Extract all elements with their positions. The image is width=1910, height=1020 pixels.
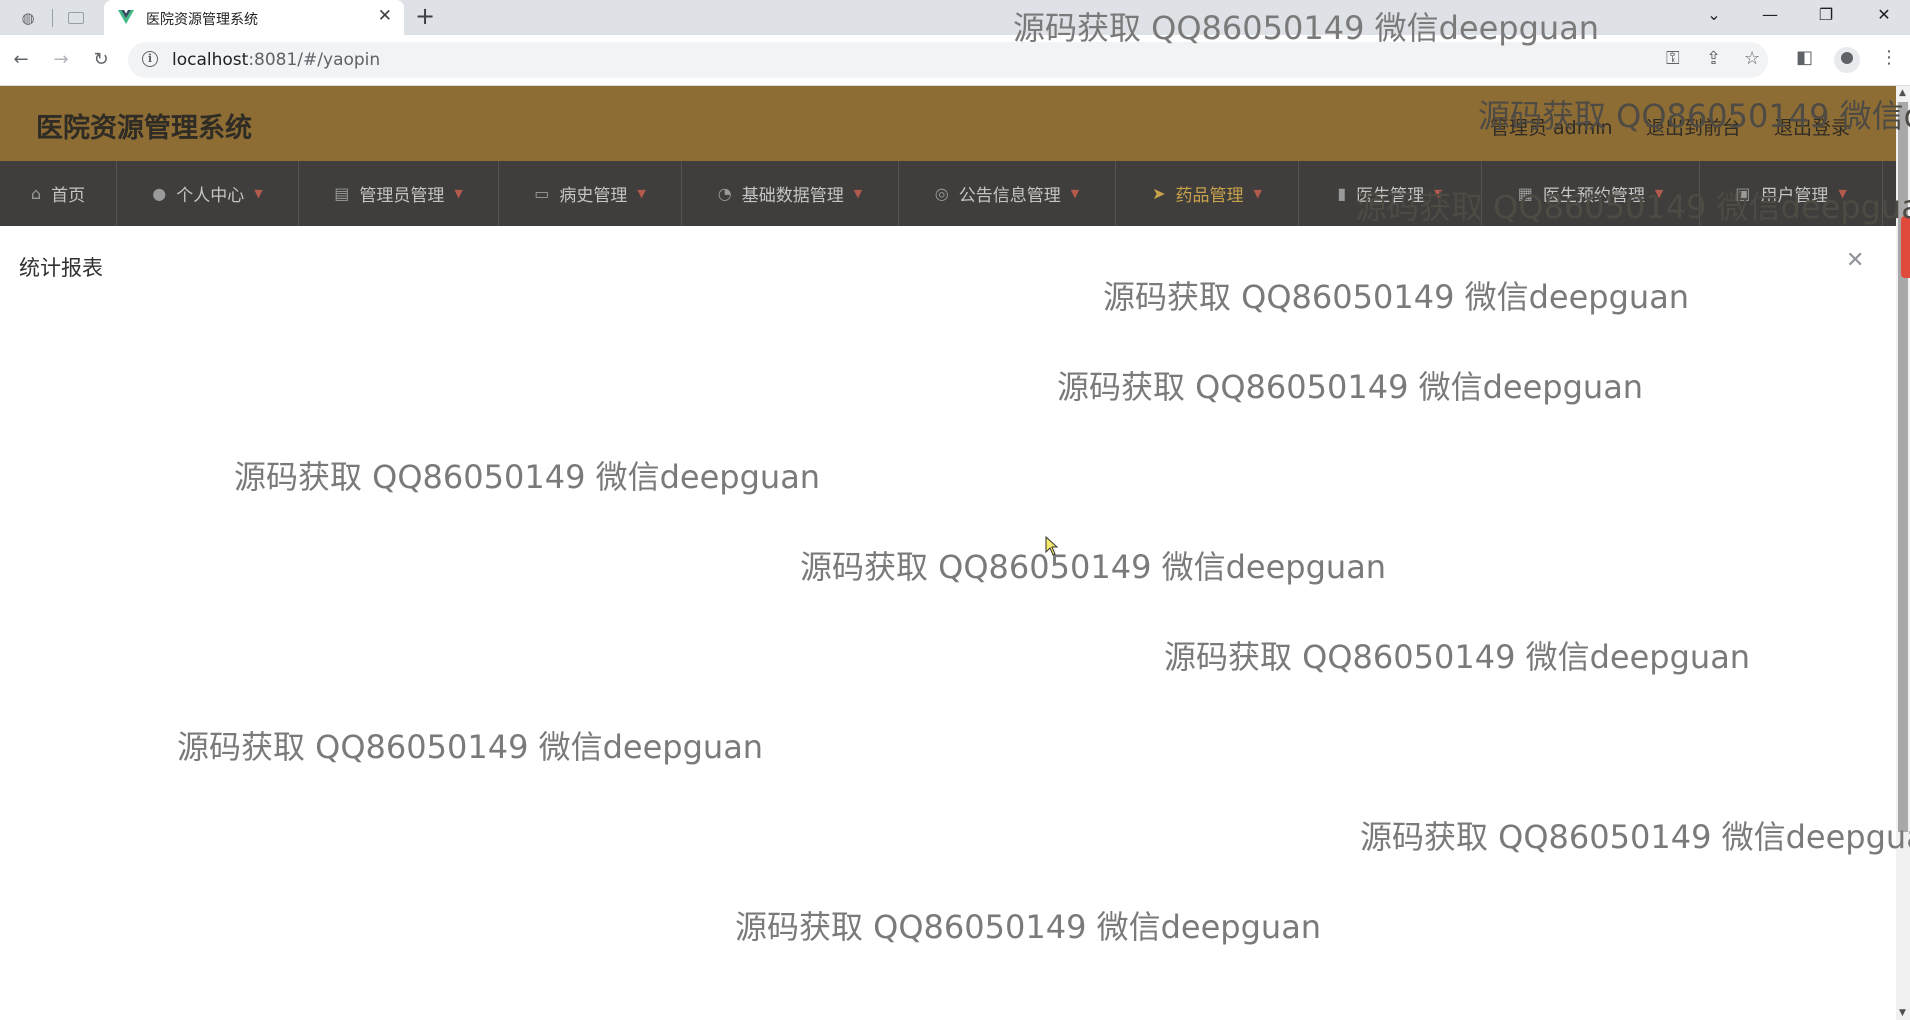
vue-logo-icon bbox=[118, 10, 134, 24]
chat-icon: ▭ bbox=[534, 184, 550, 203]
reload-button[interactable]: ↻ bbox=[90, 49, 112, 71]
browser-menu-icon[interactable]: ⋮ bbox=[1880, 47, 1898, 68]
browser-toolbar: ← → ↻ i localhost:8081/#/yaopin ⚿ ⇪ ☆ ◧ … bbox=[0, 35, 1910, 86]
browser-tabstrip: ◍ 医院资源管理系统 ✕ + ⌄ — ❐ ✕ bbox=[0, 0, 1910, 35]
main-menu: ⌂ 首页 ● 个人中心 ▼ ▤ 管理员管理 ▼ ▭ 病史管理 ▼ ◔ 基础数据管理 ▼ ◎ 公告信息… bbox=[0, 161, 1896, 226]
card-icon: ▣ bbox=[1735, 184, 1751, 203]
chevron-down-icon: ▼ bbox=[1654, 187, 1664, 200]
menu-item-doctor[interactable]: ▮ 医生管理 ▼ bbox=[1299, 161, 1482, 226]
key-icon[interactable]: ⚿ bbox=[1666, 48, 1680, 69]
calendar-icon: ▦ bbox=[1517, 184, 1533, 203]
gauge-icon: ◔ bbox=[717, 184, 732, 203]
chevron-down-icon: ▼ bbox=[1838, 187, 1847, 200]
chevron-down-icon: ▼ bbox=[254, 187, 263, 200]
menu-item-admin[interactable]: ▤ 管理员管理 ▼ bbox=[299, 161, 499, 226]
address-bar[interactable]: i localhost:8081/#/yaopin ⚿ ⇪ ☆ bbox=[128, 42, 1768, 78]
url-text[interactable]: localhost:8081/#/yaopin bbox=[172, 50, 380, 70]
menu-item-medicine[interactable]: ➤ 药品管理 ▼ bbox=[1116, 161, 1299, 226]
minimize-button[interactable]: — bbox=[1750, 5, 1790, 29]
dialog-title: 统计报表 bbox=[19, 256, 103, 280]
chevron-down-icon: ▼ bbox=[637, 187, 646, 200]
mouse-cursor-icon bbox=[1045, 536, 1059, 556]
globe-tab-icon[interactable]: ◍ bbox=[16, 6, 40, 30]
tab-search-icon[interactable]: ⌄ bbox=[1694, 5, 1734, 29]
menu-item-basedata[interactable]: ◔ 基础数据管理 ▼ bbox=[682, 161, 899, 226]
sidepanel-icon[interactable]: ◧ bbox=[1796, 47, 1813, 68]
chevron-down-icon: ▼ bbox=[853, 187, 863, 200]
chevron-down-icon: ▼ bbox=[1434, 187, 1443, 200]
menu-item-notice[interactable]: ◎ 公告信息管理 ▼ bbox=[899, 161, 1116, 226]
new-tab-button[interactable]: + bbox=[415, 2, 435, 30]
clipboard-icon: ▮ bbox=[1337, 184, 1347, 203]
app-header: 医院资源管理系统 管理员 admin 退出到前台 退出登录 bbox=[0, 86, 1896, 161]
chevron-down-icon: ▼ bbox=[1253, 187, 1262, 200]
user-icon: ● bbox=[152, 184, 167, 203]
restore-button[interactable]: ❐ bbox=[1806, 5, 1846, 29]
send-icon: ➤ bbox=[1152, 184, 1166, 203]
briefcase-icon: ▤ bbox=[334, 184, 350, 203]
tab-title: 医院资源管理系统 bbox=[146, 12, 258, 28]
globe-icon: ◎ bbox=[934, 184, 949, 203]
scroll-marker bbox=[1901, 216, 1910, 278]
tab-separator bbox=[52, 9, 53, 27]
forward-button[interactable]: → bbox=[50, 49, 72, 71]
menu-item-personal[interactable]: ● 个人中心 ▼ bbox=[117, 161, 299, 226]
admin-label: 管理员 admin bbox=[1490, 117, 1613, 139]
profile-avatar[interactable] bbox=[1834, 47, 1860, 73]
home-icon: ⌂ bbox=[30, 184, 42, 203]
scrollbar-thumb[interactable] bbox=[1898, 102, 1908, 832]
share-icon[interactable]: ⇪ bbox=[1706, 48, 1721, 69]
chevron-down-icon: ▼ bbox=[454, 187, 463, 200]
back-button[interactable]: ← bbox=[10, 49, 32, 71]
app-title: 医院资源管理系统 bbox=[36, 113, 252, 144]
blank-tab-icon[interactable] bbox=[64, 6, 88, 30]
logout-link[interactable]: 退出登录 bbox=[1774, 113, 1850, 140]
menu-item-users[interactable]: ▣ 用户管理 ▼ bbox=[1700, 161, 1883, 226]
menu-item-history[interactable]: ▭ 病史管理 ▼ bbox=[499, 161, 682, 226]
menu-item-appointment[interactable]: ▦ 医生预约管理 ▼ bbox=[1482, 161, 1700, 226]
front-page-link[interactable]: 退出到前台 bbox=[1646, 113, 1741, 140]
bookmark-star-icon[interactable]: ☆ bbox=[1744, 48, 1760, 69]
site-info-icon[interactable]: i bbox=[142, 51, 158, 67]
tab-close-icon[interactable]: ✕ bbox=[378, 6, 392, 26]
scroll-down-arrow[interactable]: ▼ bbox=[1899, 1008, 1906, 1018]
chevron-down-icon: ▼ bbox=[1070, 187, 1080, 200]
menu-item-home[interactable]: ⌂ 首页 bbox=[0, 161, 117, 226]
scroll-up-arrow[interactable]: ▲ bbox=[1899, 88, 1906, 98]
dialog-close-icon[interactable]: ✕ bbox=[1846, 248, 1864, 273]
close-window-button[interactable]: ✕ bbox=[1864, 5, 1904, 29]
active-tab[interactable]: 医院资源管理系统 ✕ bbox=[104, 0, 404, 35]
statistics-dialog: 统计报表 ✕ bbox=[0, 226, 1896, 1020]
